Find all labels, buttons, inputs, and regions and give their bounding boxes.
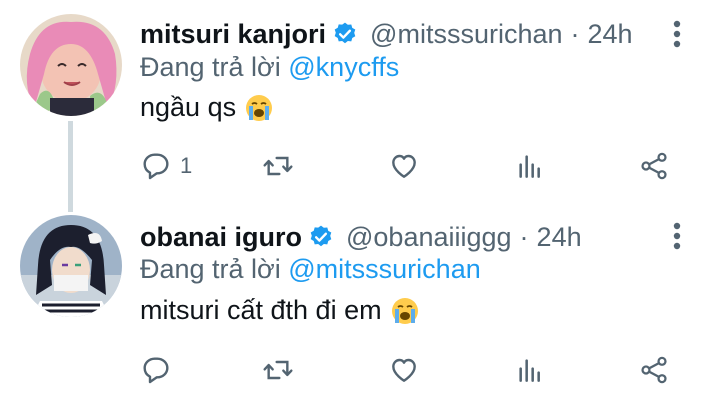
display-name[interactable]: mitsuri kanjori bbox=[140, 19, 326, 50]
tweet-text: ngầu qs bbox=[140, 92, 274, 123]
mention-link[interactable]: @mitsssurichan bbox=[288, 254, 480, 284]
timestamp[interactable]: 24h bbox=[588, 19, 633, 50]
replying-to: Đang trả lời @mitsssurichan bbox=[140, 254, 481, 285]
share-icon bbox=[641, 356, 667, 384]
share-icon bbox=[641, 152, 667, 180]
display-name[interactable]: obanai iguro bbox=[140, 222, 302, 253]
verified-badge-icon bbox=[310, 225, 332, 247]
replying-label: Đang trả lời bbox=[140, 52, 289, 82]
retweet-icon bbox=[263, 360, 293, 380]
verified-badge-icon bbox=[334, 22, 356, 44]
share-button[interactable] bbox=[638, 350, 670, 390]
separator-dot: · bbox=[519, 221, 529, 252]
tweet-actions bbox=[140, 350, 700, 390]
user-handle[interactable]: @obanaiiiggg bbox=[346, 222, 512, 253]
reply-icon bbox=[143, 153, 169, 180]
mention-link[interactable]: @knycffs bbox=[288, 52, 399, 82]
retweet-button[interactable] bbox=[262, 146, 294, 186]
reply-button[interactable]: 1 bbox=[140, 146, 192, 186]
replying-label: Đang trả lời bbox=[140, 254, 289, 284]
tweet-body: mitsuri cất đth đi em bbox=[140, 295, 382, 325]
reply-count: 1 bbox=[180, 153, 193, 178]
tweet-header: obanai iguro @obanaiiiggg · 24h bbox=[140, 217, 582, 257]
analytics-button[interactable] bbox=[514, 146, 546, 186]
reply-button[interactable] bbox=[140, 350, 180, 390]
more-vertical-icon bbox=[673, 20, 681, 48]
more-options-button[interactable] bbox=[662, 14, 692, 54]
retweet-icon bbox=[263, 156, 293, 176]
analytics-button[interactable] bbox=[514, 350, 546, 390]
avatar[interactable] bbox=[20, 215, 122, 317]
tweet-text: mitsuri cất đth đi em bbox=[140, 295, 420, 326]
share-button[interactable] bbox=[638, 146, 670, 186]
avatar-image bbox=[20, 14, 122, 116]
replying-to: Đang trả lời @knycffs bbox=[140, 52, 399, 83]
like-button[interactable] bbox=[388, 350, 420, 390]
analytics-icon bbox=[519, 155, 540, 178]
crying-face-emoji-icon bbox=[246, 94, 273, 121]
retweet-button[interactable] bbox=[262, 350, 294, 390]
reply-icon bbox=[143, 357, 169, 384]
like-button[interactable] bbox=[388, 146, 420, 186]
timestamp[interactable]: 24h bbox=[537, 222, 582, 253]
thread-line bbox=[68, 121, 73, 212]
heart-icon bbox=[392, 358, 416, 382]
crying-face-emoji-icon bbox=[391, 297, 418, 324]
analytics-icon bbox=[519, 359, 540, 382]
avatar-image bbox=[20, 215, 122, 317]
more-vertical-icon bbox=[673, 222, 681, 250]
separator-dot: · bbox=[570, 18, 580, 49]
tweet-header: mitsuri kanjori @mitsssurichan · 24h bbox=[140, 14, 633, 54]
user-handle[interactable]: @mitsssurichan bbox=[370, 19, 562, 50]
more-options-button[interactable] bbox=[662, 216, 692, 256]
tweet-actions: 1 bbox=[140, 146, 700, 186]
avatar[interactable] bbox=[20, 14, 122, 116]
heart-icon bbox=[392, 154, 416, 178]
tweet-body: ngầu qs bbox=[140, 92, 237, 122]
